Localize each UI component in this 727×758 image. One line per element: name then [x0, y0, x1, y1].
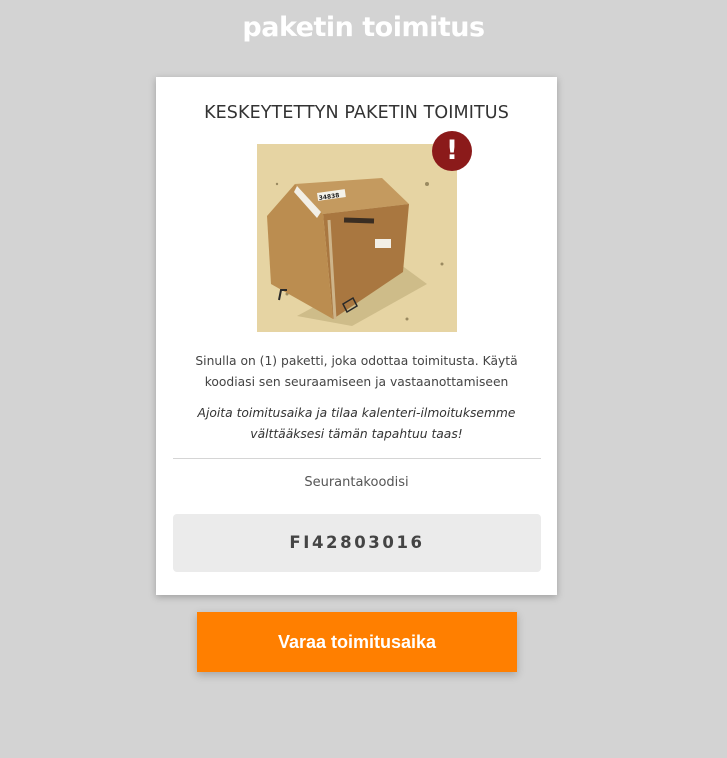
tracking-code: FI42803016 [173, 514, 541, 572]
package-image-wrapper: 34838 ! [257, 131, 472, 332]
card-title: KESKEYTETTYN PAKETIN TOIMITUS [204, 103, 509, 123]
site-logo: paketin toimitus [242, 12, 485, 43]
book-delivery-button[interactable]: Varaa toimitusaika [197, 612, 517, 672]
exclamation-icon: ! [432, 131, 472, 171]
tracking-code-label: Seurantakoodisi [304, 475, 409, 490]
package-illustration: 34838 [257, 144, 457, 332]
delivery-card: KESKEYTETTYN PAKETIN TOIMITUS 34838 ! Si… [156, 77, 557, 595]
package-image: 34838 [257, 144, 457, 332]
divider [173, 458, 541, 459]
delivery-description: Sinulla on (1) paketti, joka odottaa toi… [195, 354, 518, 389]
schedule-note: Ajoita toimitusaika ja tilaa kalenteri-i… [197, 406, 516, 441]
